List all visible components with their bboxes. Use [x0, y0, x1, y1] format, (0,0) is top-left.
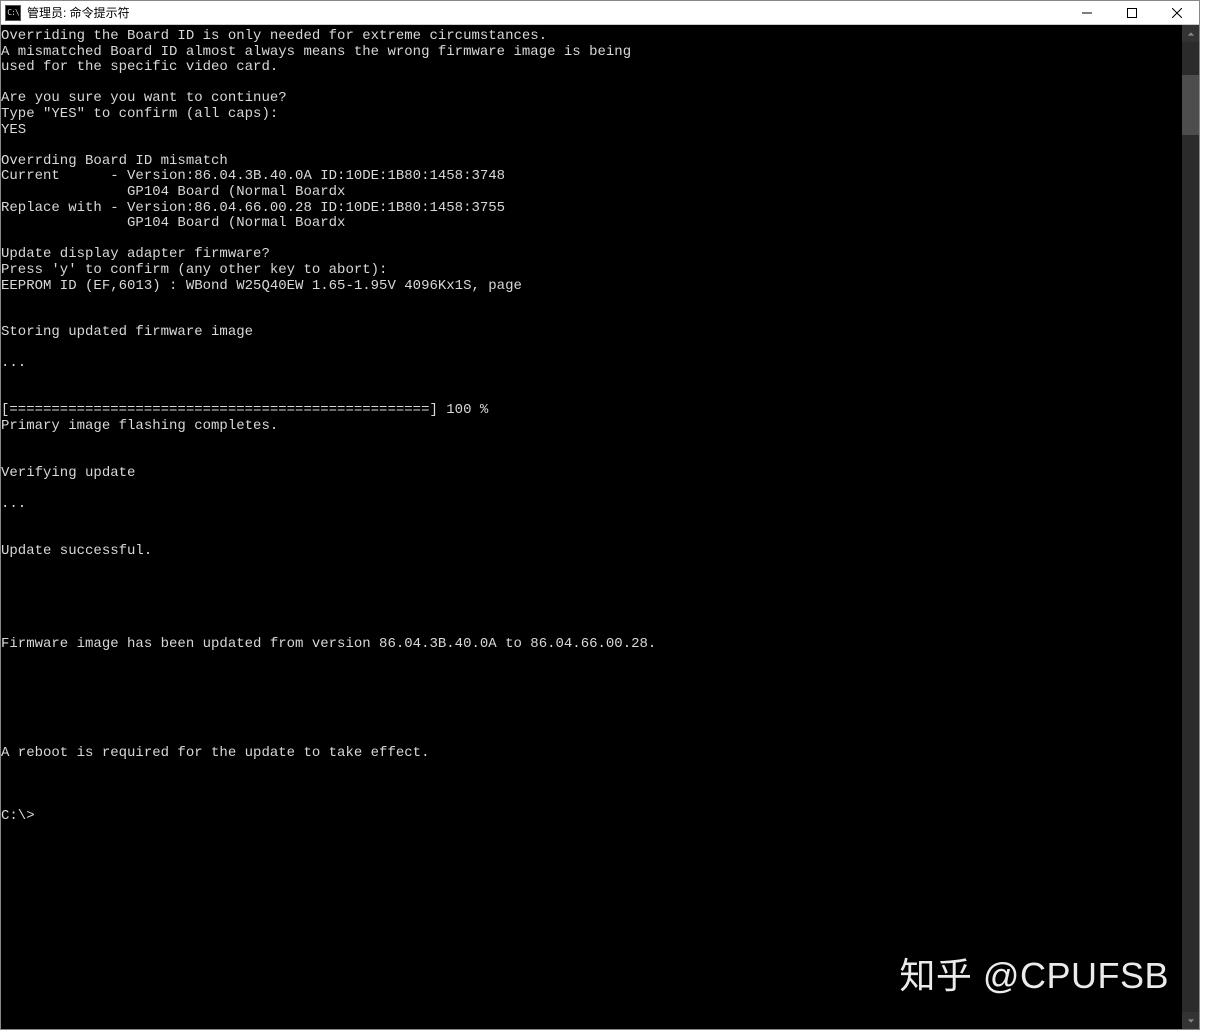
close-button[interactable]: [1154, 1, 1199, 24]
minimize-button[interactable]: [1064, 1, 1109, 24]
vertical-scrollbar[interactable]: [1182, 25, 1199, 1029]
cmd-icon: C:\: [5, 5, 21, 21]
terminal-area: Overriding the Board ID is only needed f…: [1, 25, 1199, 1029]
maximize-button[interactable]: [1109, 1, 1154, 24]
terminal-output[interactable]: Overriding the Board ID is only needed f…: [1, 25, 1182, 1029]
scroll-up-button[interactable]: [1182, 25, 1199, 42]
close-icon: [1172, 8, 1182, 18]
command-prompt-window: C:\ 管理员: 命令提示符 Overriding the Board ID i…: [0, 0, 1200, 1030]
chevron-up-icon: [1187, 30, 1195, 38]
scroll-down-button[interactable]: [1182, 1012, 1199, 1029]
titlebar[interactable]: C:\ 管理员: 命令提示符: [1, 1, 1199, 25]
window-controls: [1064, 1, 1199, 24]
maximize-icon: [1127, 8, 1137, 18]
scroll-thumb[interactable]: [1182, 75, 1199, 135]
minimize-icon: [1082, 8, 1092, 18]
window-title: 管理员: 命令提示符: [27, 4, 130, 21]
chevron-down-icon: [1187, 1017, 1195, 1025]
